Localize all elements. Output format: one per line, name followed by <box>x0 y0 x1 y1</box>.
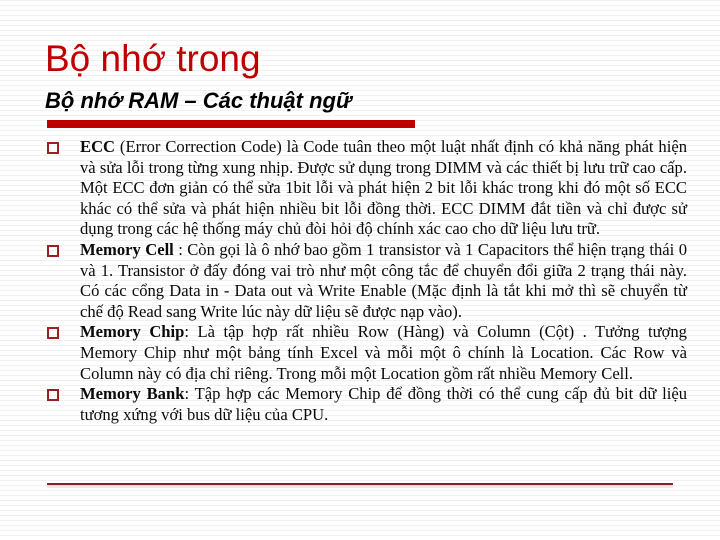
square-bullet-icon <box>47 389 59 402</box>
list-item-text: Memory Bank: Tập hợp các Memory Chip để … <box>80 384 687 425</box>
term-label: Memory Cell <box>80 239 174 259</box>
slide-canvas: Bộ nhớ trong Bộ nhớ RAM – Các thuật ngữ … <box>0 0 720 540</box>
footer-divider-shadow <box>47 485 673 488</box>
list-item-text: Memory Chip: Là tập hợp rất nhiều Row (H… <box>80 322 687 384</box>
square-bullet-icon <box>47 327 59 340</box>
list-item: Memory Cell : Còn gọi là ô nhớ bao gồm 1… <box>47 240 687 322</box>
list-item-text: ECC (Error Correction Code) là Code tuân… <box>80 137 687 240</box>
term-label: ECC <box>80 137 116 156</box>
list-item: Memory Bank: Tập hợp các Memory Chip để … <box>47 384 687 425</box>
term-label: Memory Bank <box>80 384 185 404</box>
square-bullet-icon <box>47 244 59 257</box>
bullet-list: ECC (Error Correction Code) là Code tuân… <box>47 137 687 425</box>
list-item: ECC (Error Correction Code) là Code tuân… <box>47 137 687 240</box>
term-description: (Error Correction Code) là Code tuân the… <box>80 137 687 239</box>
bullet-marker <box>47 137 80 154</box>
list-item-text: Memory Cell : Còn gọi là ô nhớ bao gồm 1… <box>80 240 687 322</box>
list-item: Memory Chip: Là tập hợp rất nhiều Row (H… <box>47 322 687 384</box>
bullet-marker <box>47 322 80 340</box>
bullet-marker <box>47 240 80 257</box>
square-bullet-icon <box>47 142 59 154</box>
page-subtitle: Bộ nhớ RAM – Các thuật ngữ <box>45 88 352 113</box>
bullet-marker <box>47 384 80 402</box>
title-divider-bar <box>47 120 415 128</box>
term-label: Memory Chip <box>80 322 185 342</box>
page-title: Bộ nhớ trong <box>45 38 261 79</box>
